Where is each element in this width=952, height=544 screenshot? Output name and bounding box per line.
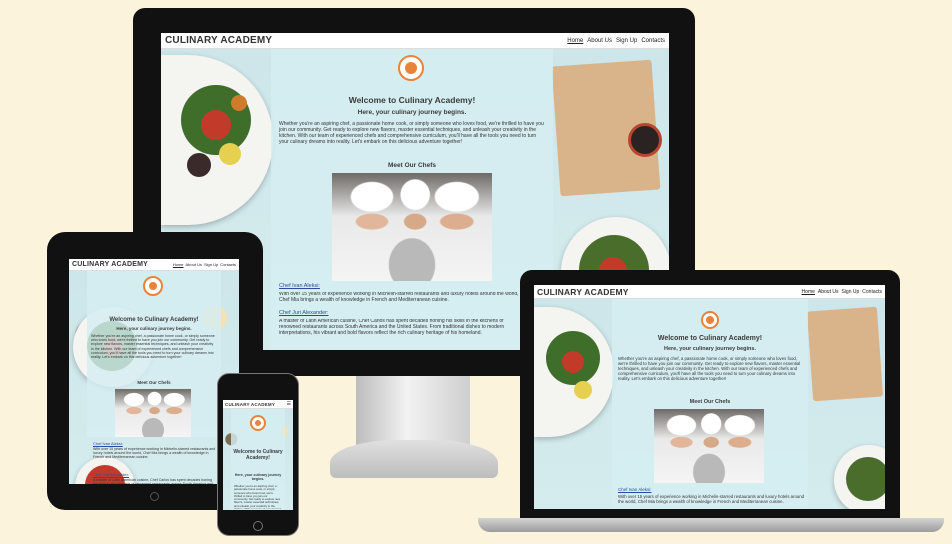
laptop-nav: Home About Us Sign Up Contacts: [802, 289, 882, 295]
tablet-home-button[interactable]: [150, 492, 159, 501]
laptop-nav-contacts[interactable]: Contacts: [862, 289, 882, 295]
salad-plate-image: [161, 55, 273, 225]
tablet-meet-chefs: Meet Our Chefs: [137, 380, 171, 385]
menu-icon[interactable]: ☰: [287, 401, 291, 407]
laptop-right-plate: [834, 445, 885, 509]
phone-brand[interactable]: CULINARY ACADEMY: [225, 402, 275, 407]
phone-welcome-heading: Welcome to Culinary Academy!: [233, 449, 283, 462]
phone-intro: Whether you're an aspiring chef, a passi…: [234, 485, 281, 509]
academy-logo: [398, 55, 424, 81]
tablet-intro: Whether you're an aspiring chef, a passi…: [91, 334, 215, 360]
laptop-nav-about-us[interactable]: About Us: [818, 289, 839, 295]
site-header: CULINARY ACADEMY Home About Us Sign Up C…: [161, 33, 669, 49]
bean-bowl-image: [628, 123, 662, 157]
phone-logo: [250, 415, 266, 431]
laptop-welcome-heading: Welcome to Culinary Academy!: [657, 335, 763, 342]
laptop-nav-sign-up[interactable]: Sign Up: [841, 289, 859, 295]
laptop-nav-home[interactable]: Home: [802, 289, 815, 295]
tagline: Here, your culinary journey begins.: [357, 109, 467, 116]
meet-chefs-heading: Meet Our Chefs: [387, 162, 437, 169]
tablet-nav-home[interactable]: Home: [173, 262, 184, 267]
laptop-logo: [701, 311, 719, 329]
nav-about-us[interactable]: About Us: [587, 38, 612, 44]
tablet-logo: [143, 276, 163, 296]
laptop-screen: CULINARY ACADEMY Home About Us Sign Up C…: [534, 285, 885, 509]
chef1-bio: With over 15 years of experience working…: [279, 292, 519, 303]
phone-home-button[interactable]: [253, 521, 263, 531]
laptop-cutting-board: [806, 306, 884, 402]
laptop-chef1-name[interactable]: Chef Ivan Aleksi:: [618, 487, 652, 492]
welcome-heading: Welcome to Culinary Academy!: [348, 95, 476, 105]
tablet-chefs-photo: [115, 389, 191, 437]
monitor-stand-base: [330, 440, 498, 478]
laptop-meet-chefs: Meet Our Chefs: [689, 399, 731, 405]
nav-sign-up[interactable]: Sign Up: [616, 38, 637, 44]
laptop-header: CULINARY ACADEMY Home About Us Sign Up C…: [534, 285, 885, 299]
laptop-chefs-photo: [654, 409, 764, 483]
tablet-chef1-name[interactable]: Chef Ivan Aleksi:: [93, 441, 123, 446]
chef2-bio: A master of Latin American cuisine, Chef…: [279, 319, 505, 336]
nav-contacts[interactable]: Contacts: [641, 38, 665, 44]
tablet-chef2-bio: A master of Latin American cuisine, Chef…: [93, 478, 213, 484]
tablet-nav: Home About Us Sign Up Contacts: [173, 262, 236, 267]
tablet-content-panel: Welcome to Culinary Academy! Here, your …: [87, 271, 221, 437]
tablet-nav-sign-up[interactable]: Sign Up: [204, 262, 218, 267]
phone-header: CULINARY ACADEMY ☰: [223, 400, 293, 409]
laptop-brand[interactable]: CULINARY ACADEMY: [537, 287, 629, 297]
tablet-tagline: Here, your culinary journey begins.: [116, 326, 192, 331]
monitor-stand: [356, 376, 470, 448]
laptop-tagline: Here, your culinary journey begins.: [664, 346, 756, 352]
laptop-content-panel: Welcome to Culinary Academy! Here, your …: [612, 299, 808, 509]
laptop-intro: Whether you're an aspiring chef, a passi…: [618, 356, 801, 382]
tablet-header: CULINARY ACADEMY Home About Us Sign Up C…: [69, 259, 239, 271]
tablet-screen: CULINARY ACADEMY Home About Us Sign Up C…: [69, 259, 239, 484]
chefs-photo: [332, 173, 492, 281]
tablet-nav-contacts[interactable]: Contacts: [220, 262, 236, 267]
nav-home[interactable]: Home: [567, 38, 583, 44]
tablet-nav-about-us[interactable]: About Us: [186, 262, 202, 267]
site-brand[interactable]: CULINARY ACADEMY: [165, 35, 272, 46]
laptop-base: [478, 518, 944, 532]
phone-screen: CULINARY ACADEMY ☰ Welcome to Culinary A…: [223, 400, 293, 510]
intro-paragraph: Whether you're an aspiring chef, a passi…: [279, 121, 544, 145]
chef2-name-link[interactable]: Chef Juri Alexander:: [279, 310, 329, 316]
chef1-name-link[interactable]: Chef Ivan Aleksi:: [279, 283, 320, 289]
tablet-chef2-name[interactable]: Chef Juri Alexander:: [93, 472, 129, 477]
main-nav: Home About Us Sign Up Contacts: [567, 38, 665, 44]
tablet-chef1-bio: With over 15 years of experience working…: [93, 447, 216, 460]
tablet-brand[interactable]: CULINARY ACADEMY: [72, 261, 148, 268]
phone-tagline: Here, your culinary journey begins.: [234, 473, 282, 481]
laptop-chef1-bio: With over 15 years of experience working…: [618, 494, 805, 505]
tablet-welcome-heading: Welcome to Culinary Academy!: [109, 317, 199, 323]
phone-content-panel: Welcome to Culinary Academy! Here, your …: [231, 409, 285, 510]
laptop-salad-plate: [534, 307, 614, 437]
